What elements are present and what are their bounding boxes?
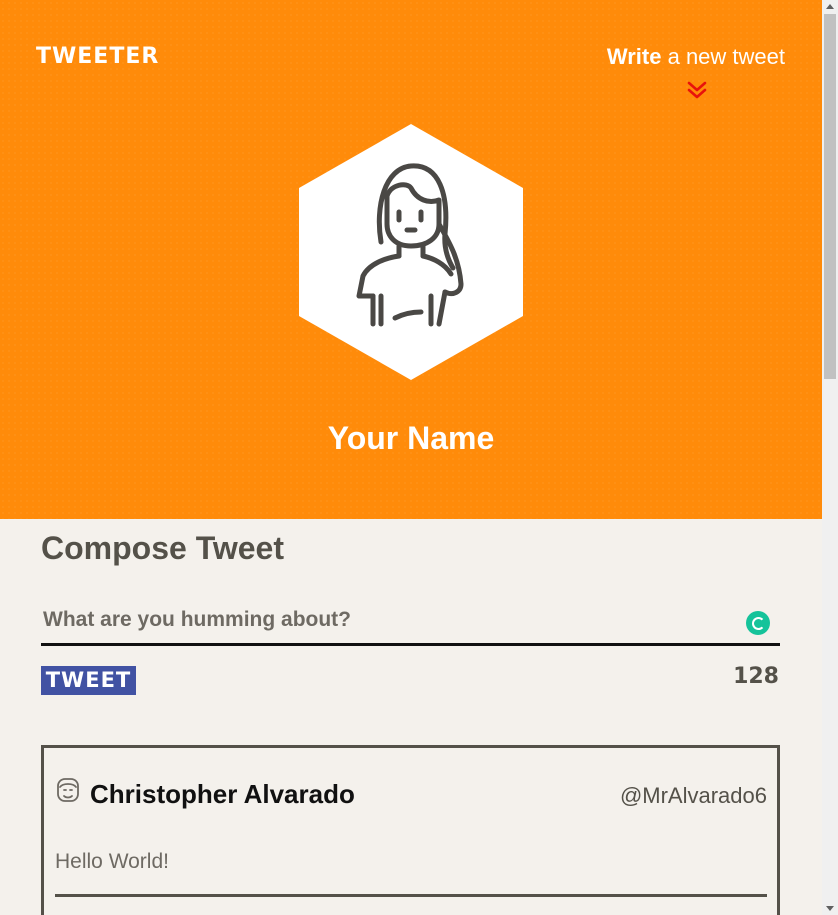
tweet-button[interactable]: TWEET [41,666,136,695]
tweet-divider [55,894,767,897]
woman-avatar-icon [299,124,523,380]
tweet-card: Christopher Alvarado @MrAlvarado6 Hello … [41,745,780,915]
double-chevron-down-icon[interactable] [686,80,708,100]
man-avatar-icon [57,778,79,802]
grammarly-icon[interactable] [746,611,770,635]
vertical-scrollbar[interactable] [822,0,838,915]
logo[interactable]: TWEETER [36,44,159,69]
scroll-up-arrow-icon[interactable] [826,4,834,9]
tweet-author-handle: @MrAlvarado6 [619,783,767,808]
tweet-content: Hello World! [55,850,169,873]
write-new-tweet-link[interactable]: Write a new tweet [607,44,785,70]
page: TWEETER Write a new tweet Your Name Comp… [0,0,822,915]
tweet-text-input[interactable] [41,596,780,646]
tweet-author-name: Christopher Alvarado [90,779,355,809]
character-counter: 128 [733,664,779,689]
write-link-bold: Write [606,44,662,69]
profile-header: TWEETER Write a new tweet Your Name [0,0,822,519]
compose-title: Compose Tweet [41,530,284,566]
scroll-down-arrow-icon[interactable] [826,906,834,911]
scrollbar-thumb[interactable] [824,14,836,379]
write-link-rest: a new tweet [661,44,785,69]
profile-name: Your Name [327,420,495,456]
